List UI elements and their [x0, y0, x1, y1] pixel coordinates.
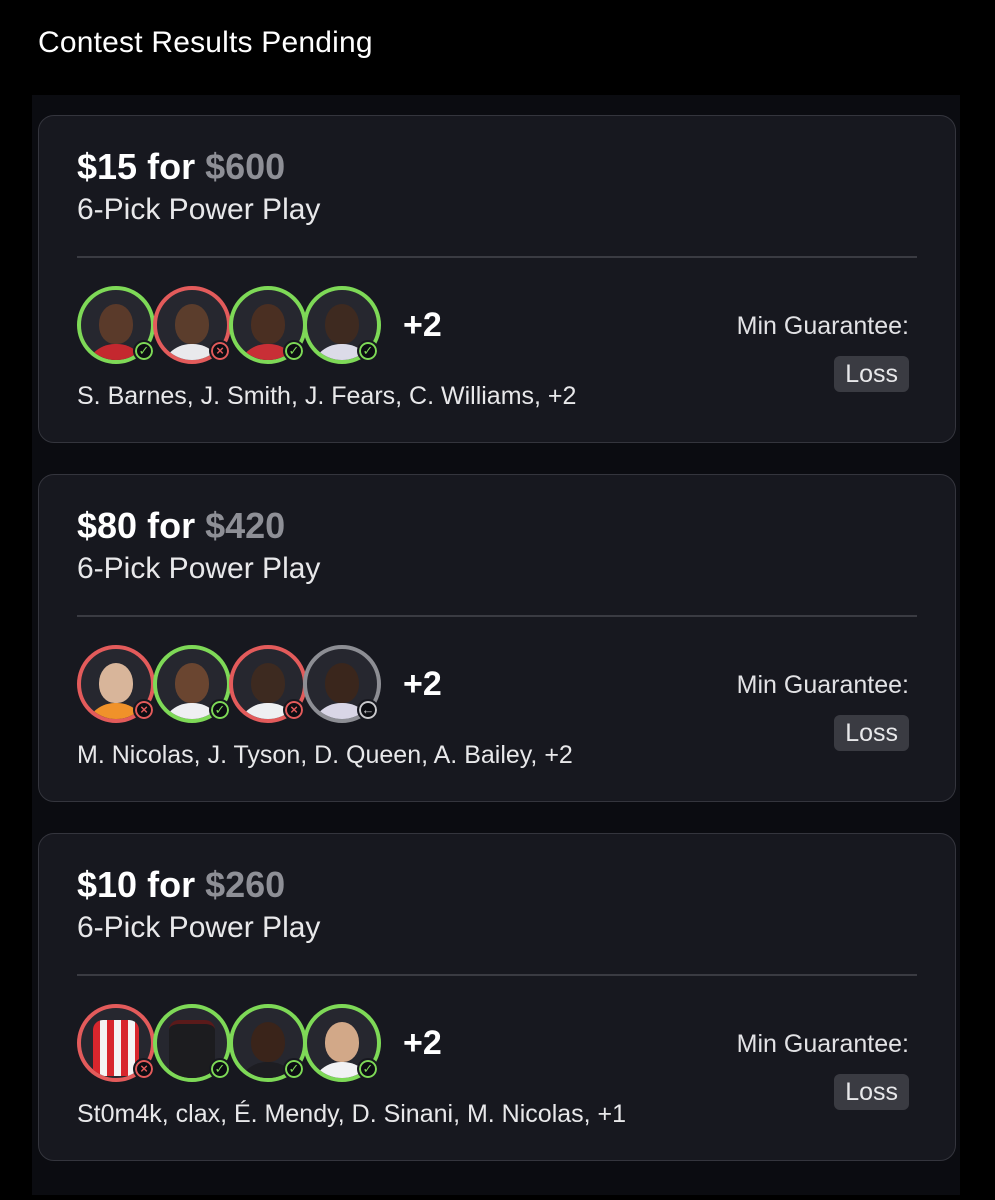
for-word: for: [147, 864, 196, 905]
pick-avatars: ✓ × ✓ ✓: [77, 286, 397, 370]
min-guarantee-label: Min Guarantee:: [736, 1030, 909, 1058]
contest-card[interactable]: $15 for $600 6-Pick Power Play ✓ × ✓ ✓ +…: [38, 115, 956, 443]
play-type: 6-Pick Power Play: [77, 911, 321, 944]
contest-card[interactable]: $80 for $420 6-Pick Power Play × ✓ × ← +…: [38, 474, 956, 802]
contest-card[interactable]: $10 for $260 6-Pick Power Play × ✓ ✓ ✓ +…: [38, 833, 956, 1161]
divider: [77, 974, 917, 976]
check-icon: ✓: [357, 340, 379, 362]
min-guarantee-badge: Loss: [834, 1074, 909, 1110]
payout-amount: $420: [205, 505, 286, 546]
check-icon: ✓: [209, 699, 231, 721]
arrow-left-icon: ←: [357, 699, 379, 721]
for-word: for: [147, 505, 196, 546]
amount-line: $80 for $420: [77, 505, 320, 547]
x-icon: ×: [283, 699, 305, 721]
card-header: $10 for $260 6-Pick Power Play: [77, 864, 320, 946]
min-guarantee-label: Min Guarantee:: [736, 671, 909, 699]
x-icon: ×: [133, 699, 155, 721]
player-names: St0m4k, clax, É. Mendy, D. Sinani, M. Ni…: [77, 1100, 627, 1128]
entry-amount: $15: [77, 146, 138, 187]
player-names: M. Nicolas, J. Tyson, D. Queen, A. Baile…: [77, 741, 573, 769]
min-guarantee-label: Min Guarantee:: [736, 312, 909, 340]
check-icon: ✓: [133, 340, 155, 362]
check-icon: ✓: [209, 1058, 231, 1080]
entry-amount: $10: [77, 864, 138, 905]
entry-amount: $80: [77, 505, 138, 546]
divider: [77, 256, 917, 258]
card-header: $15 for $600 6-Pick Power Play: [77, 146, 320, 228]
divider: [77, 615, 917, 617]
payout-amount: $600: [205, 146, 286, 187]
check-icon: ✓: [357, 1058, 379, 1080]
play-type: 6-Pick Power Play: [77, 193, 321, 226]
x-icon: ×: [209, 340, 231, 362]
more-picks-count: +2: [403, 1024, 442, 1062]
check-icon: ✓: [283, 340, 305, 362]
for-word: for: [147, 146, 196, 187]
pick-avatars: × ✓ × ←: [77, 645, 397, 729]
player-names: S. Barnes, J. Smith, J. Fears, C. Willia…: [77, 382, 577, 410]
min-guarantee-badge: Loss: [834, 715, 909, 751]
card-header: $80 for $420 6-Pick Power Play: [77, 505, 320, 587]
pick-avatars: × ✓ ✓ ✓: [77, 1004, 397, 1088]
contest-results-page: Contest Results Pending $15 for $600 6-P…: [0, 0, 995, 1200]
amount-line: $15 for $600: [77, 146, 320, 188]
play-type: 6-Pick Power Play: [77, 552, 321, 585]
section-title: Contest Results Pending: [38, 26, 373, 59]
more-picks-count: +2: [403, 306, 442, 344]
check-icon: ✓: [283, 1058, 305, 1080]
x-icon: ×: [133, 1058, 155, 1080]
payout-amount: $260: [205, 864, 286, 905]
more-picks-count: +2: [403, 665, 442, 703]
min-guarantee-badge: Loss: [834, 356, 909, 392]
amount-line: $10 for $260: [77, 864, 320, 906]
